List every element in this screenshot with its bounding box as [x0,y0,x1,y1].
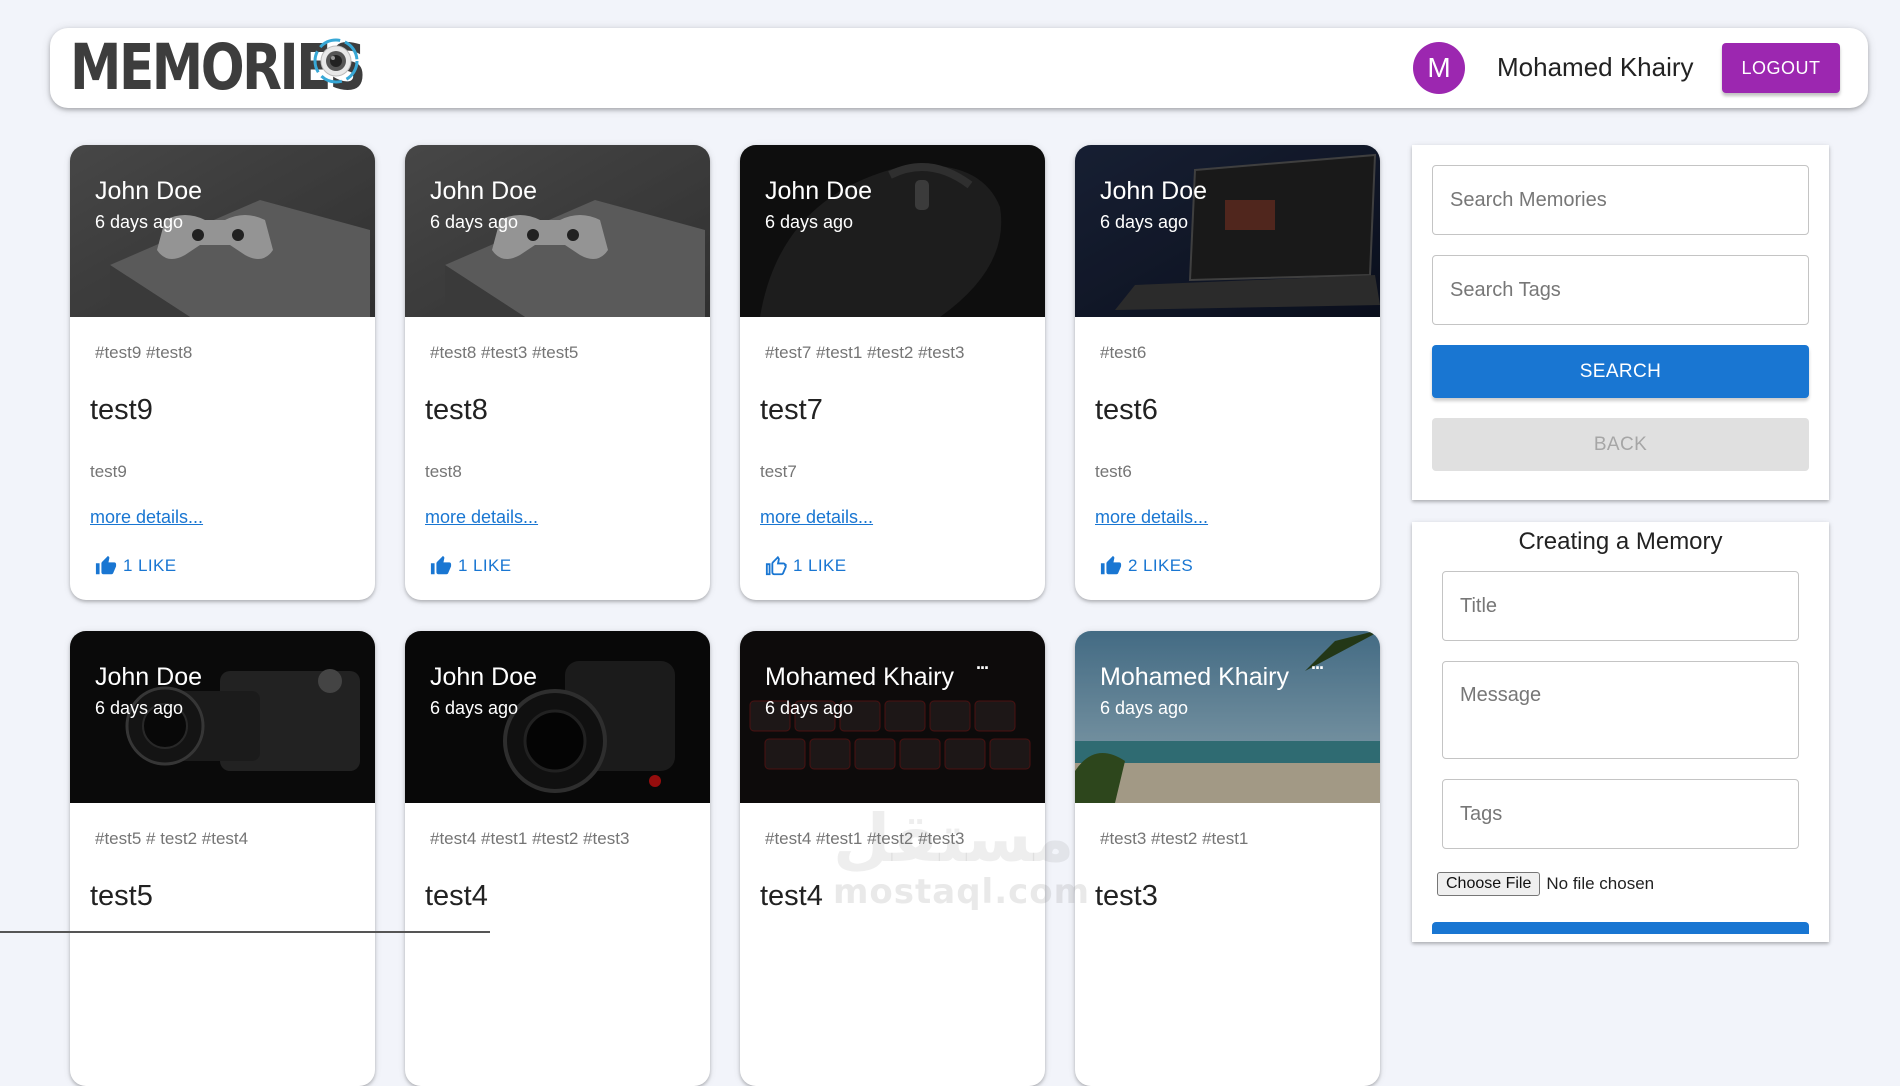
card-tags: #test4 #test1 #test2 #test3 [430,829,630,848]
file-input[interactable]: Choose File No file chosen [1437,872,1654,896]
card-tags: #test6 [1100,343,1147,362]
more-details-link[interactable]: more details... [1095,507,1208,528]
like-button[interactable]: 1 LIKE [430,555,511,577]
form-title: Creating a Memory [1518,528,1723,555]
watermark-arabic: مستقل [833,800,1075,877]
like-count: 1 LIKE [793,556,847,575]
search-tags-input[interactable] [1432,255,1809,325]
search-memories-input[interactable] [1432,165,1809,235]
card-time: 6 days ago [1100,212,1189,232]
card-author: John Doe [95,177,203,205]
card-author: John Doe [1100,177,1208,205]
card-title: test4 [425,880,488,912]
watermark-latin: mostaql.com [833,872,1091,912]
card-title: test4 [760,880,823,912]
more-options-icon[interactable]: ... [1311,653,1324,674]
card-message: test8 [425,462,462,481]
thumb-up-icon [1100,555,1122,575]
card-time: 6 days ago [430,698,519,718]
thumb-up-icon [430,555,452,575]
card-title: test7 [760,394,823,426]
memory-card[interactable]: Mohamed Khairy ... 6 days ago #test3 #te… [1075,631,1380,1086]
card-title: test9 [90,394,153,426]
memory-card[interactable]: John Doe 6 days ago #test9 #test8 test9 … [70,145,375,600]
card-time: 6 days ago [765,698,854,718]
user-name: Mohamed Khairy [1497,52,1694,82]
card-author: John Doe [430,663,538,691]
card-author: John Doe [430,177,538,205]
app-bar: MEMORIES M Mohamed Khairy LOGOUT [50,28,1868,108]
like-button[interactable]: 1 LIKE [765,555,846,577]
file-status: No file chosen [1546,874,1655,893]
memory-card[interactable]: John Doe 6 days ago #test7 #test1 #test2… [740,145,1045,600]
memories-logo-icon [313,38,359,84]
card-time: 6 days ago [95,698,184,718]
like-count: 2 LIKES [1128,556,1194,575]
card-title: test5 [90,880,153,912]
like-button[interactable]: 1 LIKE [95,555,176,577]
card-tags: #test7 #test1 #test2 #test3 [765,343,965,362]
card-title: test3 [1095,880,1158,912]
card-time: 6 days ago [95,212,184,232]
card-time: 6 days ago [1100,698,1189,718]
message-textarea[interactable] [1442,661,1799,759]
card-tags: #test5 # test2 #test4 [95,829,249,848]
card-author: Mohamed Khairy [765,663,954,691]
like-count: 1 LIKE [458,556,512,575]
card-message: test6 [1095,462,1132,481]
card-author: John Doe [95,663,203,691]
card-tags: #test3 #test2 #test1 [1100,829,1249,848]
card-tags: #test9 #test8 [95,343,193,362]
submit-button[interactable] [1432,922,1809,934]
card-time: 6 days ago [765,212,854,232]
card-time: 6 days ago [430,212,519,232]
memory-card[interactable]: John Doe 6 days ago #test4 #test1 #test2… [405,631,710,1086]
more-details-link[interactable]: more details... [90,507,203,528]
card-title: test6 [1095,394,1158,426]
search-panel: SEARCH BACK [1412,145,1829,500]
more-details-link[interactable]: more details... [425,507,538,528]
more-details-link[interactable]: more details... [760,507,873,528]
card-author: John Doe [765,177,873,205]
card-message: test7 [760,462,797,481]
avatar-letter: M [1427,52,1451,83]
back-button[interactable]: BACK [1432,418,1809,471]
memory-card[interactable]: John Doe 6 days ago #test5 # test2 #test… [70,631,375,1086]
card-tags: #test8 #test3 #test5 [430,343,579,362]
card-message: test9 [90,462,127,481]
search-button[interactable]: SEARCH [1432,345,1809,398]
more-options-icon[interactable]: ... [976,653,989,674]
card-author: Mohamed Khairy [1100,663,1289,691]
thumb-up-icon [95,555,117,575]
brand[interactable]: MEMORIES [70,36,428,100]
card-title: test8 [425,394,488,426]
memory-card[interactable]: John Doe 6 days ago #test6 test6 test6 m… [1075,145,1380,600]
create-memory-form: Creating a Memory Choose File No file ch… [1412,522,1829,942]
like-count: 1 LIKE [123,556,177,575]
title-input[interactable] [1442,571,1799,641]
memory-card[interactable]: John Doe 6 days ago #test8 #test3 #test5… [405,145,710,600]
choose-file-button[interactable]: Choose File [1437,872,1541,896]
thumb-up-outline-icon [765,555,787,576]
logout-button[interactable]: LOGOUT [1722,43,1840,93]
tags-input[interactable] [1442,779,1799,849]
avatar[interactable]: M [1413,42,1465,94]
like-button[interactable]: 2 LIKES [1100,555,1193,577]
